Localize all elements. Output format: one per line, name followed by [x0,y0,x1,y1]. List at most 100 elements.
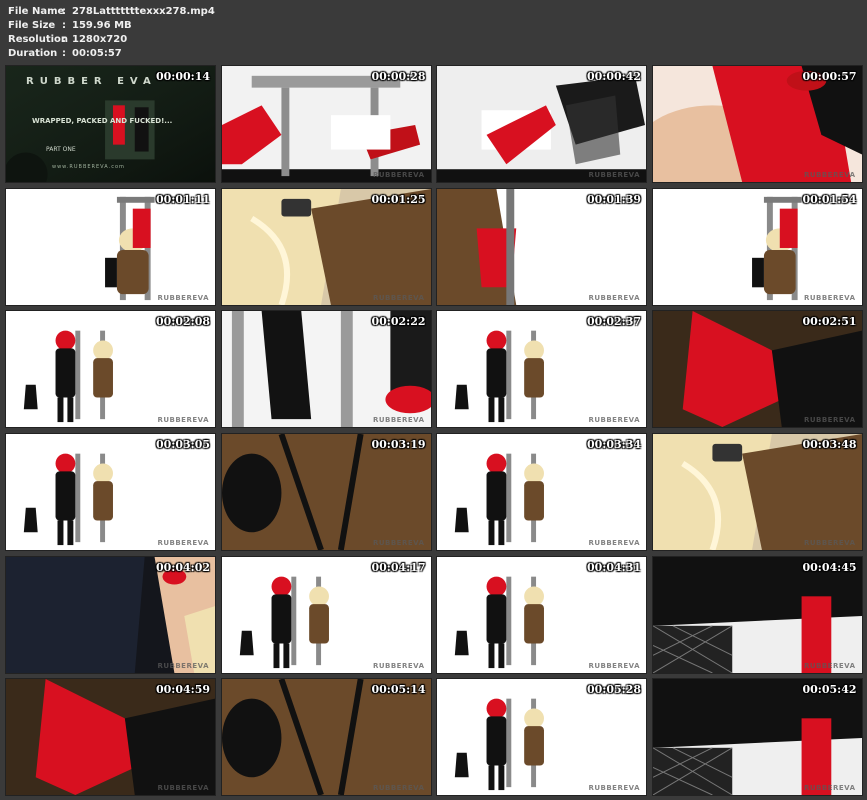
thumbnail-image [221,311,431,428]
separator: : [62,48,66,59]
watermark: RUBBEREVA [803,293,856,302]
watermark: RUBBEREVA [588,784,640,793]
watermark: RUBBEREVA [157,784,209,793]
resolution-label: Resolution [8,34,69,45]
thumbnail-timestamp: 00:05:42 [802,683,857,697]
watermark: RUBBEREVA [372,293,425,302]
thumbnail: RUBBEREVA 00:03:48 [651,433,863,552]
thumbnail: RUBBEREVA 00:04:31 [436,555,647,674]
thumbnail-timestamp: 00:01:25 [371,192,426,206]
thumbnail: RUBBEREVA 00:05:42 [651,678,863,797]
watermark: RUBBEREVA [372,539,425,548]
thumbnail-timestamp: 00:03:05 [155,438,210,452]
thumbnail-timestamp: 00:04:45 [802,560,857,574]
thumbnail: RUBBEREVA 00:04:02 [5,555,216,674]
thumbnail: RUBBEREVA 00:01:54 [651,187,863,306]
watermark: RUBBEREVA [803,171,856,179]
thumbnail: RUBBEREVA 00:02:37 [436,310,647,429]
file-size-value: 159.96 MB [72,20,132,31]
thumbnail-image [221,66,431,182]
watermark: RUBBEREVA [588,171,640,179]
thumbnail-timestamp: 00:03:19 [371,438,426,452]
title-url: www.RUBBEREVA.com [52,164,125,170]
watermark: RUBBEREVA [372,171,425,179]
thumbnail-image [652,66,862,182]
watermark: RUBBEREVA [157,661,209,670]
resolution-value: 1280x720 [72,34,128,45]
thumbnail-image [652,188,862,305]
thumbnail-image [221,679,431,796]
thumbnail-image [437,679,646,796]
thumbnail-timestamp: 00:02:22 [371,315,426,329]
thumbnail-image [437,434,646,551]
file-name-row: File Name : 278Latttttttexxx278.mp4 [8,5,215,19]
file-info-panel: File Name : 278Latttttttexxx278.mp4 File… [8,5,215,61]
thumbnail-image [437,556,646,673]
separator: : [62,34,66,45]
thumbnail: RUBBEREVA 00:01:11 [5,187,216,306]
watermark: RUBBEREVA [157,293,209,302]
thumbnail-image [652,434,862,551]
watermark: RUBBEREVA [372,784,425,793]
file-name-value: 278Latttttttexxx278.mp4 [72,6,215,17]
thumbnail: RUBBEREVA 00:02:08 [5,310,216,429]
duration-value: 00:05:57 [72,48,122,59]
thumbnail-timestamp: 00:02:37 [586,315,641,329]
thumbnail-image [652,311,862,428]
thumbnail-image [652,679,862,796]
watermark: RUBBEREVA [372,661,425,670]
thumbnail-timestamp: 00:05:14 [371,683,426,697]
thumbnail-timestamp: 00:01:39 [586,192,641,206]
thumbnail: RUBBEREVA 00:02:51 [651,310,863,429]
thumbnail-image [437,66,646,182]
title-part: PART ONE [46,146,76,153]
thumbnail-grid: RUBBER EVA WRAPPED, PACKED AND FUCKED!...… [5,65,863,797]
thumbnail: RUBBEREVA 00:03:05 [5,433,216,552]
thumbnail: RUBBEREVA 00:00:28 [220,65,432,183]
watermark: RUBBEREVA [157,416,209,425]
thumbnail-timestamp: 00:04:02 [155,560,210,574]
watermark: RUBBEREVA [372,416,425,425]
watermark: RUBBEREVA [588,539,640,548]
thumbnail-image [6,434,215,551]
watermark: RUBBEREVA [803,416,856,425]
thumbnail-image [221,556,431,673]
thumbnail: RUBBEREVA 00:05:28 [436,678,647,797]
thumbnail: RUBBER EVA WRAPPED, PACKED AND FUCKED!...… [5,65,216,183]
watermark: RUBBEREVA [803,661,856,670]
thumbnail: RUBBEREVA 00:05:14 [220,678,432,797]
separator: : [62,6,66,17]
thumbnail-timestamp: 00:00:57 [802,70,857,83]
thumbnail-image [6,311,215,428]
thumbnail-image [6,188,215,305]
file-size-row: File Size : 159.96 MB [8,19,215,33]
thumbnail-timestamp: 00:00:42 [586,70,641,83]
thumbnail: RUBBEREVA 00:01:25 [220,187,432,306]
thumbnail-timestamp: 00:05:28 [586,683,641,697]
thumbnail-timestamp: 00:03:48 [802,438,857,452]
duration-row: Duration : 00:05:57 [8,47,215,61]
watermark: RUBBEREVA [588,661,640,670]
thumbnail: RUBBEREVA 00:04:59 [5,678,216,797]
thumbnail: RUBBEREVA 00:03:34 [436,433,647,552]
watermark: RUBBEREVA [157,539,209,548]
thumbnail-timestamp: 00:02:51 [802,315,857,329]
thumbnail-timestamp: 00:04:31 [586,560,641,574]
thumbnail-image [437,188,646,305]
thumbnail-image [6,556,215,673]
separator: : [62,20,66,31]
thumbnail: RUBBEREVA 00:00:42 [436,65,647,183]
duration-label: Duration [8,48,58,59]
thumbnail: RUBBEREVA 00:02:22 [220,310,432,429]
thumbnail-timestamp: 00:00:28 [371,70,426,83]
thumbnail-timestamp: 00:04:59 [155,683,210,697]
thumbnail-image [221,434,431,551]
thumbnail-timestamp: 00:02:08 [155,315,210,329]
thumbnail-image [437,311,646,428]
thumbnail-timestamp: 00:01:11 [155,192,210,206]
thumbnail: RUBBEREVA 00:01:39 [436,187,647,306]
thumbnail-image [6,679,215,796]
thumbnail-image [652,556,862,673]
file-size-label: File Size [8,20,56,31]
title-subtitle: WRAPPED, PACKED AND FUCKED!... [32,117,173,125]
